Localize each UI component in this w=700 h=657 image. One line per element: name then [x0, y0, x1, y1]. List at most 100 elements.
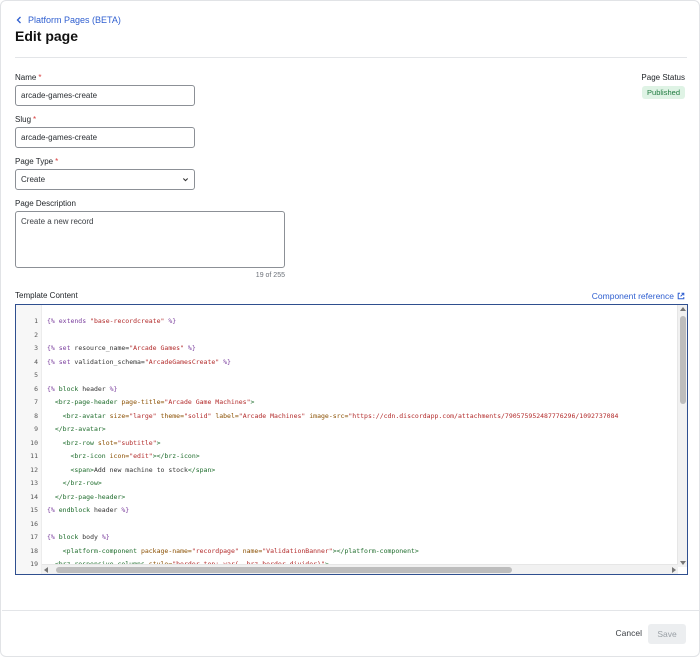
code-token: header [90, 506, 122, 514]
code-token: {% [47, 533, 59, 541]
page-type-select[interactable]: Create [15, 169, 195, 190]
code-token: size= [109, 411, 130, 420]
page-title: Edit page [15, 28, 79, 44]
scroll-right-arrow-icon[interactable] [672, 567, 676, 573]
code-token: "subtitle" [117, 438, 157, 447]
code-line: {% block header %} [47, 385, 117, 393]
line-number: 4 [34, 357, 38, 366]
code-line: {% block body %} [47, 533, 110, 541]
code-token: "Arcade Machines" [238, 411, 310, 420]
cancel-button[interactable]: Cancel [616, 628, 642, 638]
line-number: 7 [34, 398, 38, 406]
code-token: label= [215, 411, 239, 420]
scroll-down-arrow-icon[interactable] [680, 561, 686, 565]
code-line: </brz-page-header> [47, 493, 125, 501]
code-token: {% [47, 506, 59, 514]
code-token: <brz-row [62, 438, 98, 447]
vertical-scrollbar[interactable] [677, 305, 687, 567]
code-token: slot= [97, 438, 118, 447]
horizontal-scrollbar[interactable] [42, 564, 678, 574]
code-token: </brz-row> [62, 479, 102, 487]
page-type-label: Page Type * [15, 157, 59, 166]
slug-input[interactable] [15, 127, 195, 148]
code-token: %} [121, 506, 130, 514]
line-number: 14 [30, 492, 38, 501]
code-token: "ArcadeGamesCreate" [144, 357, 220, 366]
code-token: ></platform-component> [332, 546, 419, 555]
description-textarea[interactable]: Create a new record [15, 211, 285, 268]
code-token: {% extends [47, 317, 91, 325]
code-token: > [250, 398, 255, 406]
code-line: </brz-avatar> [47, 425, 106, 433]
line-number: 3 [34, 344, 38, 352]
code-token: "solid" [184, 411, 216, 420]
vertical-scroll-thumb[interactable] [680, 316, 686, 404]
header-divider [15, 57, 687, 58]
name-input[interactable] [15, 85, 195, 106]
line-number: 19 [30, 560, 38, 568]
status-badge: Published [642, 86, 685, 99]
code-token: %} [101, 533, 110, 541]
code-token: %} [219, 357, 231, 366]
code-line: {% endblock header %} [47, 506, 129, 514]
code-token: resource_name= [74, 344, 130, 352]
code-token: <span> [70, 465, 94, 474]
code-token: "base-recordcreate" [90, 317, 165, 325]
code-line: {% extends "base-recordcreate" %} [47, 317, 176, 325]
code-line: <brz-icon icon="edit"></brz-icon> [47, 452, 199, 460]
name-label: Name * [15, 73, 42, 82]
code-line: {% set validation_schema="ArcadeGamesCre… [47, 358, 231, 366]
horizontal-scroll-thumb[interactable] [56, 567, 512, 573]
code-token: theme= [160, 411, 184, 420]
line-number: 1 [34, 317, 38, 325]
line-number: 6 [34, 384, 38, 393]
scroll-left-arrow-icon[interactable] [44, 567, 48, 573]
code-token: "edit" [129, 452, 153, 460]
description-label: Page Description [15, 199, 76, 208]
code-line: <brz-avatar size="large" theme="solid" l… [47, 411, 619, 420]
code-token: %} [164, 317, 177, 325]
breadcrumb-back-link[interactable]: Platform Pages (BETA) [15, 15, 121, 25]
page-status-label: Page Status [641, 73, 685, 82]
scroll-up-arrow-icon[interactable] [680, 307, 686, 311]
code-token: "Arcade Game Machines" [164, 398, 251, 406]
description-char-count: 19 of 255 [255, 272, 285, 279]
line-number: 9 [34, 425, 38, 433]
code-token: block [58, 384, 79, 393]
line-number: 5 [34, 371, 38, 379]
code-token: page-title= [121, 398, 165, 406]
code-token: %} [109, 384, 118, 393]
code-token: <brz-avatar [62, 411, 110, 420]
page-type-value: Create [21, 175, 46, 184]
code-token: block [58, 533, 79, 541]
code-token: name= [242, 546, 263, 555]
line-number: 18 [30, 546, 38, 555]
save-button[interactable]: Save [648, 624, 686, 644]
component-reference-link[interactable]: Component reference [592, 291, 685, 301]
code-line: <brz-row slot="subtitle"> [47, 439, 161, 447]
code-editor[interactable]: 1 2 3 4 5 6 7 8 9 10 11 12 13 14 15 16 17 18 19 {% extends… [15, 304, 688, 575]
line-number: 17 [30, 533, 38, 541]
code-token: image-src= [309, 411, 349, 420]
code-token: "ValidationBanner" [262, 546, 333, 555]
chevron-down-icon [182, 178, 189, 182]
code-token: %} [184, 344, 196, 352]
code-line: {% set resource_name="Arcade Games" %} [47, 344, 196, 352]
footer-divider [2, 610, 700, 611]
code-token: <platform-component [62, 546, 141, 555]
breadcrumb-label: Platform Pages (BETA) [28, 15, 121, 25]
required-mark: * [33, 115, 37, 124]
line-number: 2 [34, 330, 38, 339]
line-number: 12 [30, 465, 38, 474]
template-content-label: Template Content [15, 291, 78, 300]
code-token: "https://cdn.discordapp.com/attachments/… [348, 411, 619, 420]
code-token: icon= [109, 452, 130, 460]
line-number: 8 [34, 411, 38, 420]
code-line: <span>Add new machine to stock</span> [47, 466, 215, 474]
code-token: Add new machine to stock [93, 465, 188, 474]
